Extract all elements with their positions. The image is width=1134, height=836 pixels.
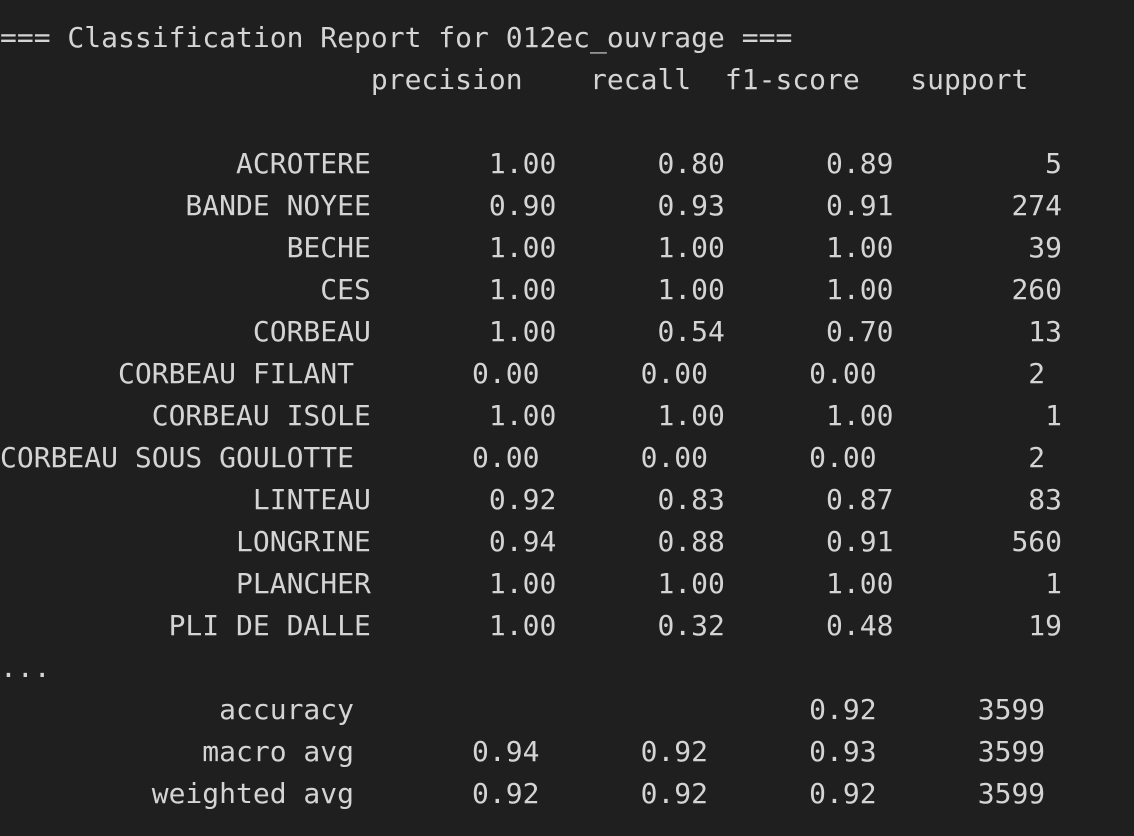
table-row: BECHE 1.00 1.00 1.00 39	[0, 231, 1063, 264]
table-row: PLANCHER 1.00 1.00 1.00 1	[0, 567, 1063, 600]
summary-row-macro-avg: macro avg 0.94 0.92 0.93 3599	[0, 735, 1046, 768]
table-row: CORBEAU 1.00 0.54 0.70 13	[0, 315, 1063, 348]
column-header-line: precision recall f1-score support	[0, 63, 1029, 96]
summary-row-weighted-avg: weighted avg 0.92 0.92 0.92 3599	[0, 777, 1046, 810]
summary-row-accuracy: accuracy 0.92 3599	[0, 693, 1046, 726]
terminal-output: === Classification Report for 012ec_ouvr…	[0, 0, 1134, 836]
table-row: CORBEAU ISOLE 1.00 1.00 1.00 1	[0, 399, 1063, 432]
table-row: LINTEAU 0.92 0.83 0.87 83	[0, 483, 1063, 516]
table-row: BANDE NOYEE 0.90 0.93 0.91 274	[0, 189, 1063, 222]
table-row: CORBEAU SOUS GOULOTTE 0.00 0.00 0.00 2	[0, 441, 1046, 474]
table-row: LONGRINE 0.94 0.88 0.91 560	[0, 525, 1063, 558]
table-row: ACROTERE 1.00 0.80 0.89 5	[0, 147, 1063, 180]
ellipsis-line: ...	[0, 651, 51, 684]
table-row: CORBEAU FILANT 0.00 0.00 0.00 2	[0, 357, 1046, 390]
report-title-line: === Classification Report for 012ec_ouvr…	[0, 21, 793, 54]
table-row: PLI DE DALLE 1.00 0.32 0.48 19	[0, 609, 1063, 642]
table-row: CES 1.00 1.00 1.00 260	[0, 273, 1063, 306]
